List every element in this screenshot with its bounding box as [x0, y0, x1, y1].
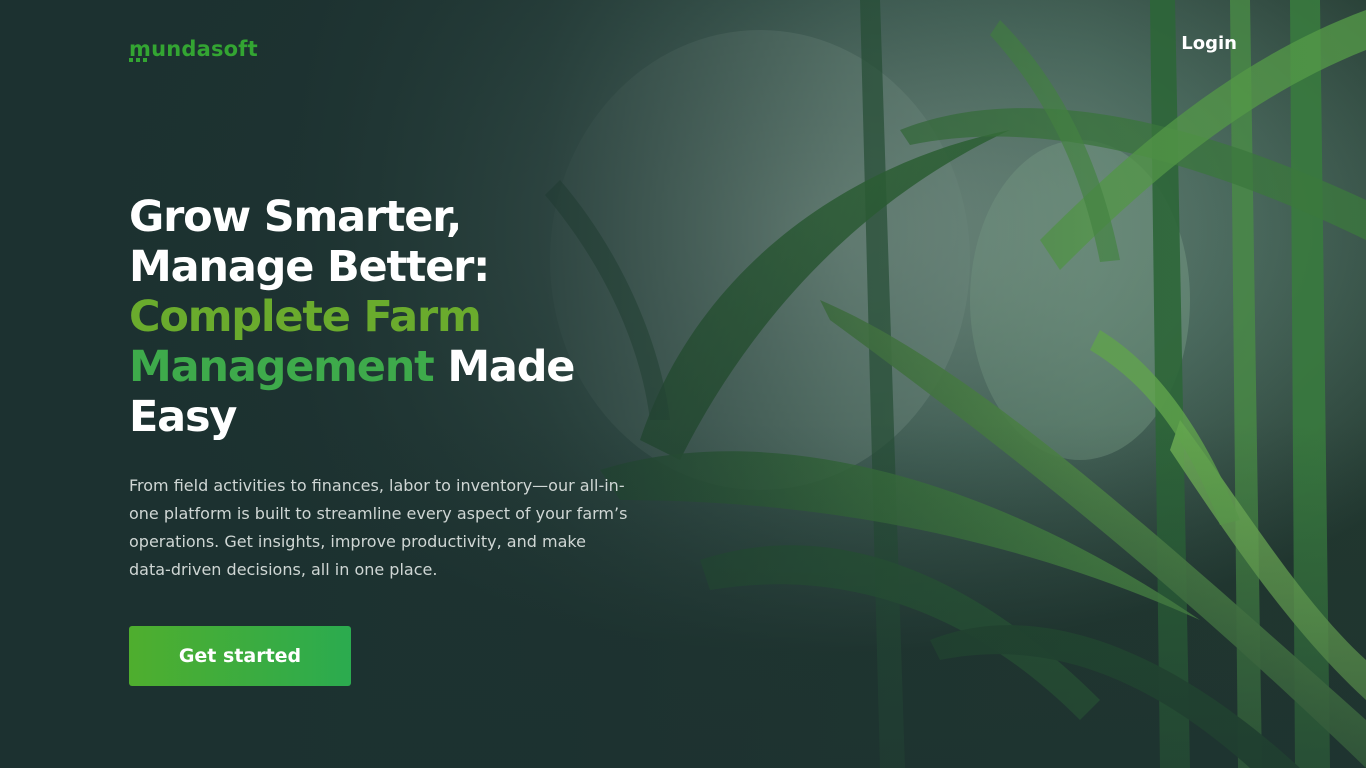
hero-title-line-1: Grow Smarter,: [129, 192, 462, 242]
logo[interactable]: mundasoft: [129, 36, 258, 66]
hero-title-made: Made: [447, 342, 575, 392]
hero-title-line-4: Management Made: [129, 342, 649, 392]
login-link[interactable]: Login: [1181, 32, 1237, 56]
logo-text: mundasoft: [129, 37, 258, 61]
hero-title-line-2: Manage Better:: [129, 242, 490, 292]
landing-page: mundasoft Login Grow Smarter, Manage Bet…: [0, 0, 1366, 768]
hero-description: From field activities to finances, labor…: [129, 476, 628, 579]
get-started-button[interactable]: Get started: [129, 626, 351, 686]
hero-title: Grow Smarter, Manage Better: Complete Fa…: [129, 192, 649, 442]
hero-title-accent-2: Management: [129, 342, 435, 392]
hero-title-accent-1: Complete Farm: [129, 292, 482, 342]
hero-title-easy: Easy: [129, 392, 237, 442]
hero-section: Grow Smarter, Manage Better: Complete Fa…: [129, 192, 649, 584]
